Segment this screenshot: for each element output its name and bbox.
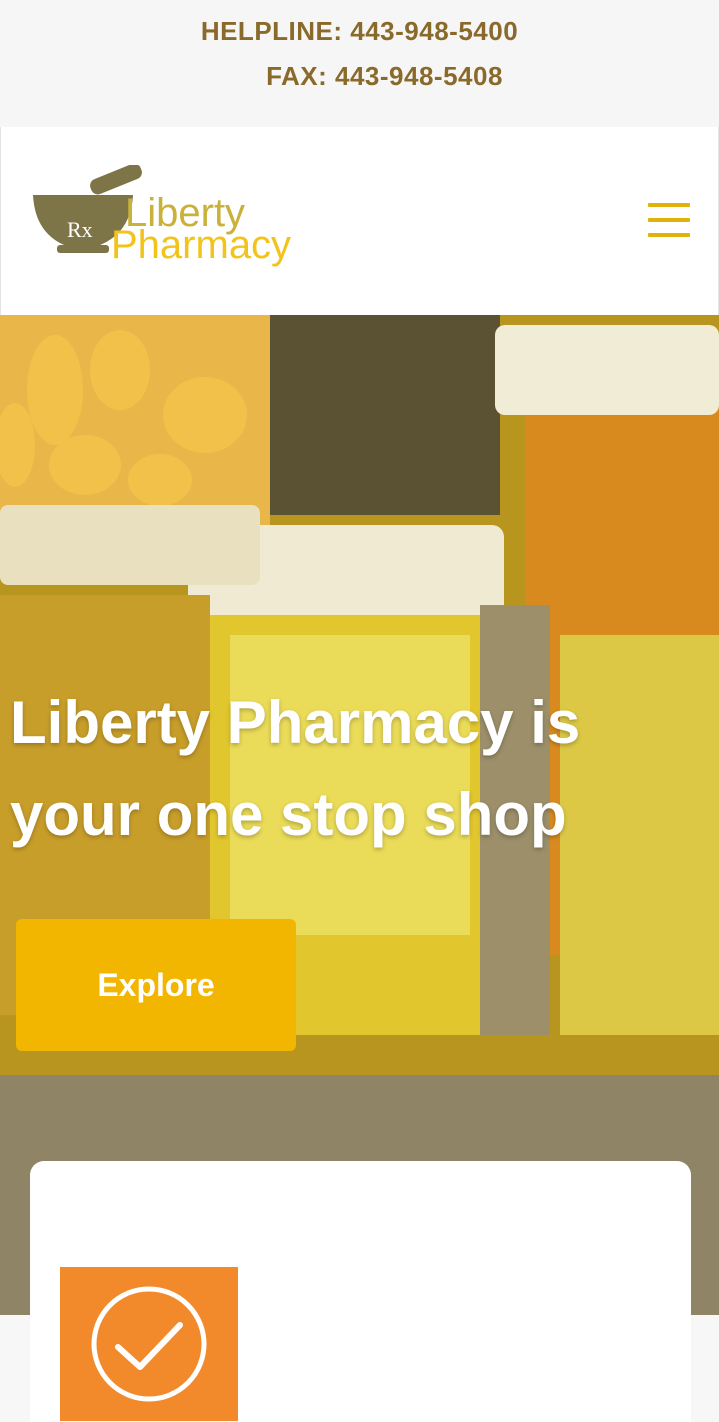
check-circle-icon <box>91 1286 207 1402</box>
site-logo[interactable]: Rx Liberty Pharmacy <box>29 165 329 275</box>
logo-text-pharmacy: Pharmacy <box>111 223 292 267</box>
rx-symbol: Rx <box>67 217 93 242</box>
feature-icon-tile <box>60 1267 238 1421</box>
site-header: Rx Liberty Pharmacy <box>0 127 719 315</box>
contact-bar: HELPLINE: 443-948-5400 FAX: 443-948-5408 <box>0 0 719 127</box>
hero-title: Liberty Pharmacy is your one stop shop <box>10 689 581 848</box>
explore-button[interactable]: Explore <box>16 919 296 1051</box>
fax-text: FAX: 443-948-5408 <box>266 61 503 91</box>
hamburger-menu-icon[interactable] <box>648 203 690 237</box>
feature-card <box>30 1161 691 1422</box>
helpline-text[interactable]: HELPLINE: 443-948-5400 <box>0 16 719 47</box>
